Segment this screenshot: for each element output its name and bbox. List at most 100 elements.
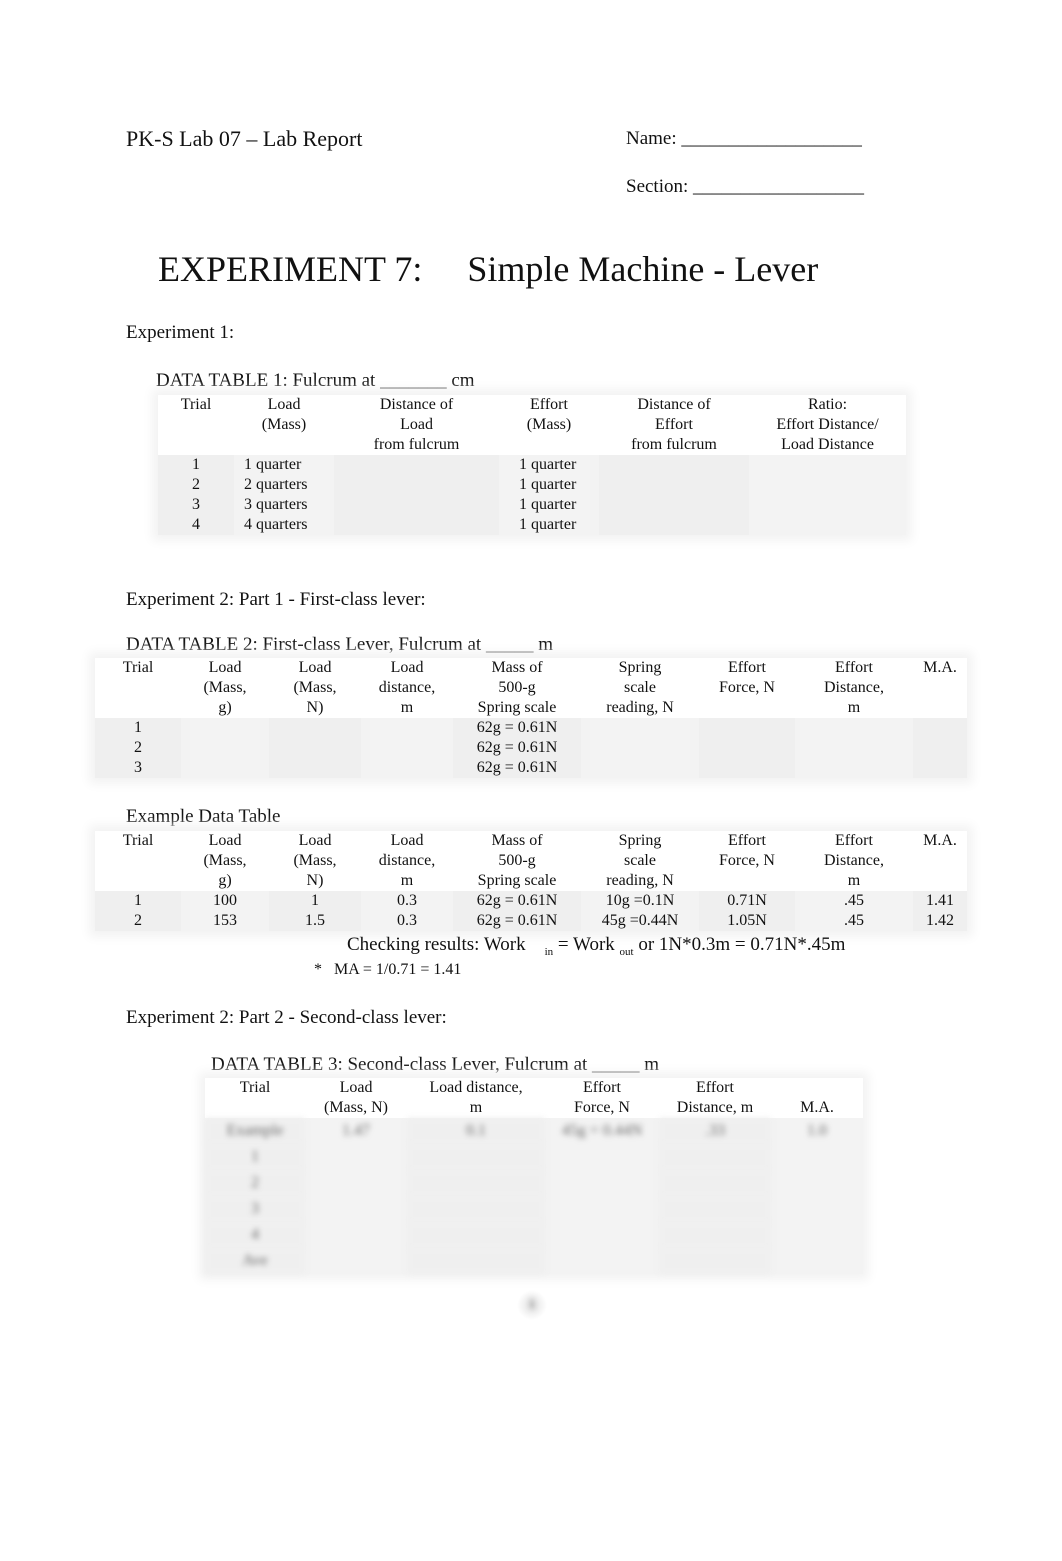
table-cell: 62g = 0.61N <box>453 911 581 931</box>
table-cell[interactable] <box>181 718 269 738</box>
column-header: M.A. <box>800 1099 834 1116</box>
table-cell[interactable] <box>913 758 967 778</box>
table-cell[interactable] <box>334 475 499 495</box>
data-table2-caption: DATA TABLE 2: First-class Lever, Fulcrum… <box>126 634 553 655</box>
table-cell[interactable] <box>305 1222 407 1248</box>
table-cell[interactable] <box>581 738 699 758</box>
table-cell: 0.3 <box>397 912 417 929</box>
column-header: Ratio: Effort Distance/ Load Distance <box>776 396 879 453</box>
table-cell[interactable] <box>407 1248 545 1274</box>
table-cell[interactable] <box>599 455 749 475</box>
check-sub-out: out <box>619 946 634 958</box>
table-cell[interactable] <box>659 1170 771 1196</box>
column-header: Load (Mass) <box>261 396 307 433</box>
table-cell: 0.3 <box>397 892 417 909</box>
column-header: Spring scale reading, N <box>606 659 674 716</box>
table-cell[interactable] <box>407 1222 545 1248</box>
column-header: Load (Mass, N) <box>293 659 337 716</box>
table-cell[interactable] <box>749 515 906 535</box>
table-cell[interactable] <box>361 738 453 758</box>
column-header: Load (Mass, N) <box>293 832 337 889</box>
table-cell[interactable] <box>545 1196 659 1222</box>
table-cell[interactable] <box>699 738 795 758</box>
check-prefix: Checking results: Work <box>347 934 526 955</box>
table-cell: 2 <box>158 475 234 495</box>
table-cell[interactable] <box>771 1170 863 1196</box>
table-cell[interactable] <box>305 1170 407 1196</box>
table-cell[interactable] <box>545 1144 659 1170</box>
table-cell[interactable] <box>361 718 453 738</box>
table-cell[interactable] <box>305 1248 407 1274</box>
table-cell: 2 quarters <box>244 476 308 493</box>
table-cell[interactable] <box>749 455 906 475</box>
table-cell[interactable] <box>407 1144 545 1170</box>
table-cell: 1.0 <box>807 1122 827 1139</box>
table-cell[interactable] <box>749 475 906 495</box>
table-cell[interactable] <box>269 758 361 778</box>
table-cell[interactable] <box>771 1248 863 1274</box>
column-header: Trial <box>239 1079 271 1096</box>
table-header-row: Trial Load (Mass, g) Load (Mass, N) Load di… <box>95 831 967 891</box>
table-cell: 0.71N <box>699 891 795 911</box>
table-cell[interactable] <box>181 758 269 778</box>
table-cell: 4 <box>205 1222 305 1248</box>
table-cell[interactable] <box>334 455 499 475</box>
table-cell[interactable] <box>545 1170 659 1196</box>
column-header: Load (Mass, N) <box>324 1079 388 1116</box>
table-cell[interactable] <box>659 1196 771 1222</box>
table-cell[interactable] <box>545 1222 659 1248</box>
column-header: Effort Force, N <box>574 1079 630 1116</box>
page-number: 1 <box>517 1290 547 1320</box>
table-cell[interactable] <box>771 1144 863 1170</box>
table-cell: 2 <box>205 1170 305 1196</box>
table-cell[interactable] <box>269 718 361 738</box>
report-title: PK-S Lab 07 – Lab Report <box>126 126 363 151</box>
table-cell: 1.05N <box>699 911 795 931</box>
column-header: Load (Mass, g) <box>203 659 247 716</box>
ma-note: * MA = 1/0.71 = 1.41 <box>314 961 462 978</box>
table-cell[interactable] <box>749 495 906 515</box>
table-cell[interactable] <box>771 1196 863 1222</box>
table-cell[interactable] <box>913 738 967 758</box>
table-row: 1 1 quarter 1 quarter <box>158 455 906 475</box>
table-cell[interactable] <box>581 758 699 778</box>
table-cell[interactable] <box>334 495 499 515</box>
table-cell[interactable] <box>795 738 913 758</box>
experiment2-part1-heading: Experiment 2: Part 1 - First-class lever… <box>126 589 426 610</box>
table-row: 4 4 quarters 1 quarter <box>158 515 906 535</box>
table-cell[interactable] <box>305 1196 407 1222</box>
table-header-row: Trial Load (Mass) Distance of Load from fu… <box>158 395 906 455</box>
table-cell[interactable] <box>659 1144 771 1170</box>
table-cell[interactable] <box>795 718 913 738</box>
table-cell[interactable] <box>334 515 499 535</box>
table-cell[interactable] <box>407 1196 545 1222</box>
column-header: Distance of Effort from fulcrum <box>631 396 717 453</box>
table-cell[interactable] <box>795 758 913 778</box>
column-header: Effort Distance, m <box>824 832 884 889</box>
table-cell[interactable] <box>659 1222 771 1248</box>
table-cell: 100 <box>213 892 237 909</box>
table-cell[interactable] <box>599 495 749 515</box>
table-cell[interactable] <box>581 718 699 738</box>
table-cell: 2 <box>95 911 181 931</box>
table-cell[interactable] <box>659 1248 771 1274</box>
table-cell[interactable] <box>181 738 269 758</box>
table-cell: Ave <box>205 1248 305 1274</box>
table-cell[interactable] <box>599 475 749 495</box>
table-cell[interactable] <box>269 738 361 758</box>
name-field[interactable]: Name: ___________________ <box>626 128 862 150</box>
table-cell[interactable] <box>407 1170 545 1196</box>
table-cell: 1 <box>95 718 181 738</box>
table-cell[interactable] <box>771 1222 863 1248</box>
table-cell[interactable] <box>699 758 795 778</box>
table-cell[interactable] <box>913 718 967 738</box>
table-cell[interactable] <box>305 1144 407 1170</box>
section-field[interactable]: Section: __________________ <box>626 176 864 198</box>
table-cell: 1 <box>269 891 361 911</box>
table-cell[interactable] <box>545 1248 659 1274</box>
table-cell[interactable] <box>699 718 795 738</box>
column-header: Effort Distance, m <box>824 659 884 716</box>
table-cell[interactable] <box>599 515 749 535</box>
table-cell[interactable] <box>361 758 453 778</box>
column-header: Mass of 500-g Spring scale <box>477 659 557 716</box>
